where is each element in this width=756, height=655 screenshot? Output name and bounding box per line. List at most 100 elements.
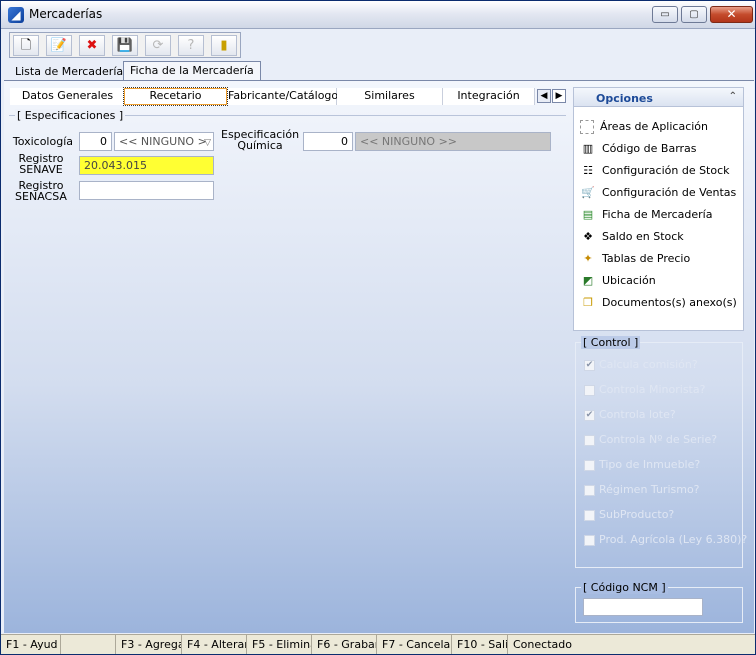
check-label: Prod. Agrícola (Ley 6.380)? xyxy=(599,533,748,546)
checkbox-icon xyxy=(584,534,595,546)
tab-scroll-left-icon[interactable]: ◀ xyxy=(537,89,551,103)
subtab-similares[interactable]: Similares xyxy=(337,88,443,105)
price-table-icon: ✦ xyxy=(583,252,593,265)
checkbox-checked-icon: ✔ xyxy=(584,359,595,371)
toxicologia-select[interactable]: << NINGUNO > ▽ xyxy=(114,132,214,151)
stock-config-icon: ☷ xyxy=(583,164,593,177)
check-label: SubProducto? xyxy=(599,508,675,521)
check-subproducto[interactable]: SubProducto? xyxy=(584,508,674,522)
opcion-label: Configuración de Stock xyxy=(602,164,730,177)
status-bar: F1 - Ayud F3 - Agrega F4 - Alterar F5 - … xyxy=(1,634,755,654)
status-empty xyxy=(61,635,116,654)
check-label: Régimen Turismo? xyxy=(599,483,700,496)
opcion-ficha-mercaderia[interactable]: ▤ Ficha de Mercadería xyxy=(580,207,713,223)
tab-lista-mercaderias[interactable]: Lista de Mercaderías xyxy=(9,63,135,81)
ncm-input[interactable] xyxy=(583,598,703,616)
collapse-icon[interactable]: ⌃ xyxy=(729,91,737,102)
check-tipo-inmueble[interactable]: Tipo de Inmueble? xyxy=(584,458,700,472)
new-document-icon[interactable]: 🗋 xyxy=(13,35,39,56)
app-icon: ◢ xyxy=(8,7,24,23)
registro-senacsa-input[interactable] xyxy=(79,181,214,200)
cart-icon: 🛒 xyxy=(581,186,595,199)
registro-senave-label-line2: SENAVE xyxy=(19,163,63,176)
especificacion-quimica-code-input[interactable]: 0 xyxy=(303,132,353,151)
tab-scroll-right-icon[interactable]: ▶ xyxy=(552,89,566,103)
check-controla-lote[interactable]: ✔ Controla lote? xyxy=(584,408,676,422)
status-f3[interactable]: F3 - Agrega xyxy=(116,635,182,654)
opcion-label: Saldo en Stock xyxy=(602,230,684,243)
chevron-down-icon: ▽ xyxy=(204,138,211,148)
opcion-label: Documentos(s) anexo(s) xyxy=(602,296,737,309)
title-bar[interactable]: ◢ Mercaderías ▭ ▢ ✕ xyxy=(1,1,755,29)
maximize-button[interactable]: ▢ xyxy=(681,6,707,23)
window-title: Mercaderías xyxy=(29,7,103,21)
sheet-icon: ▤ xyxy=(582,208,594,221)
check-controla-minorista[interactable]: Controla Minorista? xyxy=(584,383,705,397)
toolbar: 🗋 📝 ✖ 💾 ⟳ ? ▮ xyxy=(9,32,241,58)
subtab-datos-generales[interactable]: Datos Generales xyxy=(10,88,126,105)
status-f5[interactable]: F5 - Elimina xyxy=(247,635,312,654)
opcion-areas-aplicacion[interactable]: Áreas de Aplicación xyxy=(580,119,708,135)
checkbox-checked-icon: ✔ xyxy=(584,409,595,421)
opciones-header[interactable]: Opciones ⌃ xyxy=(573,87,744,107)
ncm-label: [ Código NCM ] xyxy=(581,581,668,594)
opcion-label: Tablas de Precio xyxy=(602,252,691,265)
check-label: Tipo de Inmueble? xyxy=(599,458,701,471)
checkbox-icon xyxy=(584,434,595,446)
boxes-icon: ❖ xyxy=(583,230,593,243)
check-label: Controla Nº de Serie? xyxy=(599,433,718,446)
exit-icon[interactable]: ▮ xyxy=(211,35,237,56)
opcion-config-stock[interactable]: ☷ Configuración de Stock xyxy=(580,163,730,179)
toxicologia-code-input[interactable]: 0 xyxy=(79,132,112,151)
registro-senave-input[interactable]: 20.043.015 xyxy=(79,156,214,175)
opcion-label: Ficha de Mercadería xyxy=(602,208,713,221)
toxicologia-label: Toxicología xyxy=(12,135,73,148)
check-label: Controla Minorista? xyxy=(599,383,706,396)
minimize-button[interactable]: ▭ xyxy=(652,6,678,23)
dashed-area-icon xyxy=(580,120,594,134)
opciones-title: Opciones xyxy=(596,92,653,105)
opcion-label: Configuración de Ventas xyxy=(602,186,737,199)
registro-senacsa-label-line2: SENACSA xyxy=(15,190,67,203)
tab-ficha-mercaderia[interactable]: Ficha de la Mercadería xyxy=(123,61,261,81)
subtab-recetario[interactable]: Recetario xyxy=(123,87,228,106)
close-button[interactable]: ✕ xyxy=(710,6,753,23)
opcion-documentos-anexos[interactable]: ❐ Documentos(s) anexo(s) xyxy=(580,295,737,311)
delete-document-icon[interactable]: ✖ xyxy=(79,35,105,56)
checkbox-icon xyxy=(584,509,595,521)
opcion-tablas-precio[interactable]: ✦ Tablas de Precio xyxy=(580,251,690,267)
help-icon[interactable]: ? xyxy=(178,35,204,56)
toxicologia-select-value: << NINGUNO > xyxy=(119,135,207,148)
status-f10[interactable]: F10 - Salir xyxy=(452,635,508,654)
subtab-integracion[interactable]: Integración xyxy=(443,88,535,105)
status-f4[interactable]: F4 - Alterar xyxy=(182,635,247,654)
check-calcula-comision[interactable]: ✔ Calcula comisión? xyxy=(584,358,698,372)
checkbox-icon xyxy=(584,459,595,471)
opcion-label: Ubicación xyxy=(602,274,656,287)
refresh-icon[interactable]: ⟳ xyxy=(145,35,171,56)
opcion-ubicacion[interactable]: ◩ Ubicación xyxy=(580,273,656,289)
control-label: [ Control ] xyxy=(581,336,641,349)
sub-tabs: Datos Generales Recetario Fabricante/Cat… xyxy=(10,87,567,106)
status-f7[interactable]: F7 - Cancelar xyxy=(377,635,452,654)
opcion-codigo-barras[interactable]: ▥ Código de Barras xyxy=(580,141,697,157)
check-prod-agricola[interactable]: Prod. Agrícola (Ley 6.380)? xyxy=(584,533,747,547)
edit-document-icon[interactable]: 📝 xyxy=(46,35,72,56)
check-label: Calcula comisión? xyxy=(599,358,698,371)
registro-senacsa-label: Registro SENACSA xyxy=(11,180,71,202)
location-icon: ◩ xyxy=(582,274,594,287)
subtab-fabricante-catalogo[interactable]: Fabricante/Catálogo xyxy=(228,88,338,105)
opcion-saldo-stock[interactable]: ❖ Saldo en Stock xyxy=(580,229,684,245)
save-icon[interactable]: 💾 xyxy=(112,35,138,56)
documents-icon: ❐ xyxy=(583,296,593,309)
status-f6[interactable]: F6 - Grabar xyxy=(312,635,377,654)
check-controla-serie[interactable]: Controla Nº de Serie? xyxy=(584,433,717,447)
check-label: Controla lote? xyxy=(599,408,676,421)
checkbox-icon xyxy=(584,384,595,396)
especificacion-quimica-value: << NINGUNO >> xyxy=(355,132,551,151)
status-connection: Conectado xyxy=(513,638,572,651)
check-regimen-turismo[interactable]: Régimen Turismo? xyxy=(584,483,700,497)
main-tabs: Lista de Mercaderías Ficha de la Mercade… xyxy=(9,61,749,81)
opcion-config-ventas[interactable]: 🛒 Configuración de Ventas xyxy=(580,185,736,201)
status-f1[interactable]: F1 - Ayud xyxy=(1,635,61,654)
